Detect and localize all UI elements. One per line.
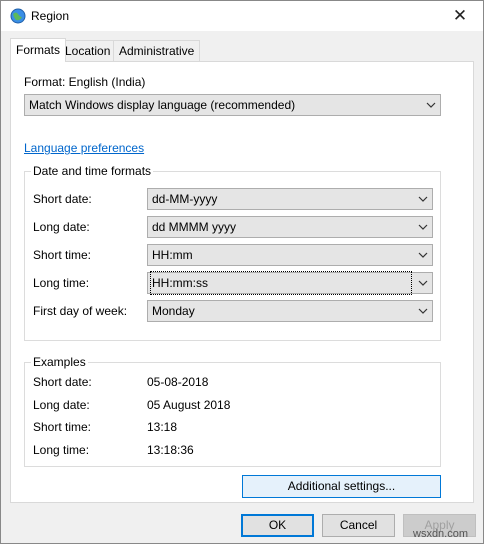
short-date-value: dd-MM-yyyy	[152, 192, 218, 206]
ok-button[interactable]: OK	[241, 514, 314, 537]
tab-formats[interactable]: Formats	[10, 38, 67, 62]
close-icon: ✕	[452, 6, 468, 25]
short-time-value: HH:mm	[152, 248, 193, 262]
close-button[interactable]: ✕	[437, 1, 483, 31]
formats-panel: Format: English (India) Match Windows di…	[10, 61, 474, 503]
example-short-date-value: 05-08-2018	[147, 375, 209, 389]
chevron-down-icon	[418, 280, 428, 286]
long-date-select[interactable]: dd MMMM yyyy	[147, 216, 433, 238]
first-day-of-week-select[interactable]: Monday	[147, 300, 433, 322]
additional-settings-button[interactable]: Additional settings...	[242, 475, 441, 498]
chevron-down-icon	[418, 308, 428, 314]
chevron-down-icon	[418, 196, 428, 202]
example-long-date-value: 05 August 2018	[147, 398, 231, 412]
format-label: Format: English (India)	[24, 75, 146, 89]
tab-administrative[interactable]: Administrative	[113, 40, 201, 61]
example-short-date-label: Short date:	[33, 375, 92, 389]
chevron-down-icon	[418, 252, 428, 258]
long-time-value: HH:mm:ss	[150, 271, 412, 295]
short-date-label: Short date:	[33, 192, 92, 206]
short-time-label: Short time:	[33, 248, 92, 262]
window-title: Region	[31, 9, 70, 23]
examples-title: Examples	[31, 355, 88, 369]
chevron-down-icon	[418, 224, 428, 230]
long-time-label: Long time:	[33, 276, 90, 290]
chevron-down-icon	[426, 102, 436, 108]
short-time-select[interactable]: HH:mm	[147, 244, 433, 266]
region-dialog: Region ✕ Formats Location Administrative…	[0, 0, 484, 544]
short-date-select[interactable]: dd-MM-yyyy	[147, 188, 433, 210]
format-select[interactable]: Match Windows display language (recommen…	[24, 94, 441, 116]
long-date-label: Long date:	[33, 220, 90, 234]
cancel-button[interactable]: Cancel	[322, 514, 395, 537]
watermark: wsxdn.com	[413, 528, 469, 540]
format-select-value: Match Windows display language (recommen…	[29, 98, 296, 112]
first-day-of-week-value: Monday	[152, 304, 195, 318]
example-short-time-label: Short time:	[33, 420, 92, 434]
globe-icon	[10, 8, 26, 24]
first-day-of-week-label: First day of week:	[33, 304, 128, 318]
title-bar: Region ✕	[1, 1, 483, 31]
example-long-time-value: 13:18:36	[147, 443, 194, 457]
tab-location[interactable]: Location	[59, 40, 117, 61]
example-long-date-label: Long date:	[33, 398, 90, 412]
language-preferences-link[interactable]: Language preferences	[24, 141, 144, 155]
examples-group: Examples Short date: 05-08-2018 Long dat…	[24, 355, 441, 467]
example-long-time-label: Long time:	[33, 443, 90, 457]
date-time-formats-title: Date and time formats	[31, 164, 154, 178]
long-time-select[interactable]: HH:mm:ss	[147, 271, 433, 295]
example-short-time-value: 13:18	[147, 420, 178, 434]
long-date-value: dd MMMM yyyy	[152, 220, 236, 234]
date-time-formats-group: Date and time formats Short date: dd-MM-…	[24, 164, 441, 341]
